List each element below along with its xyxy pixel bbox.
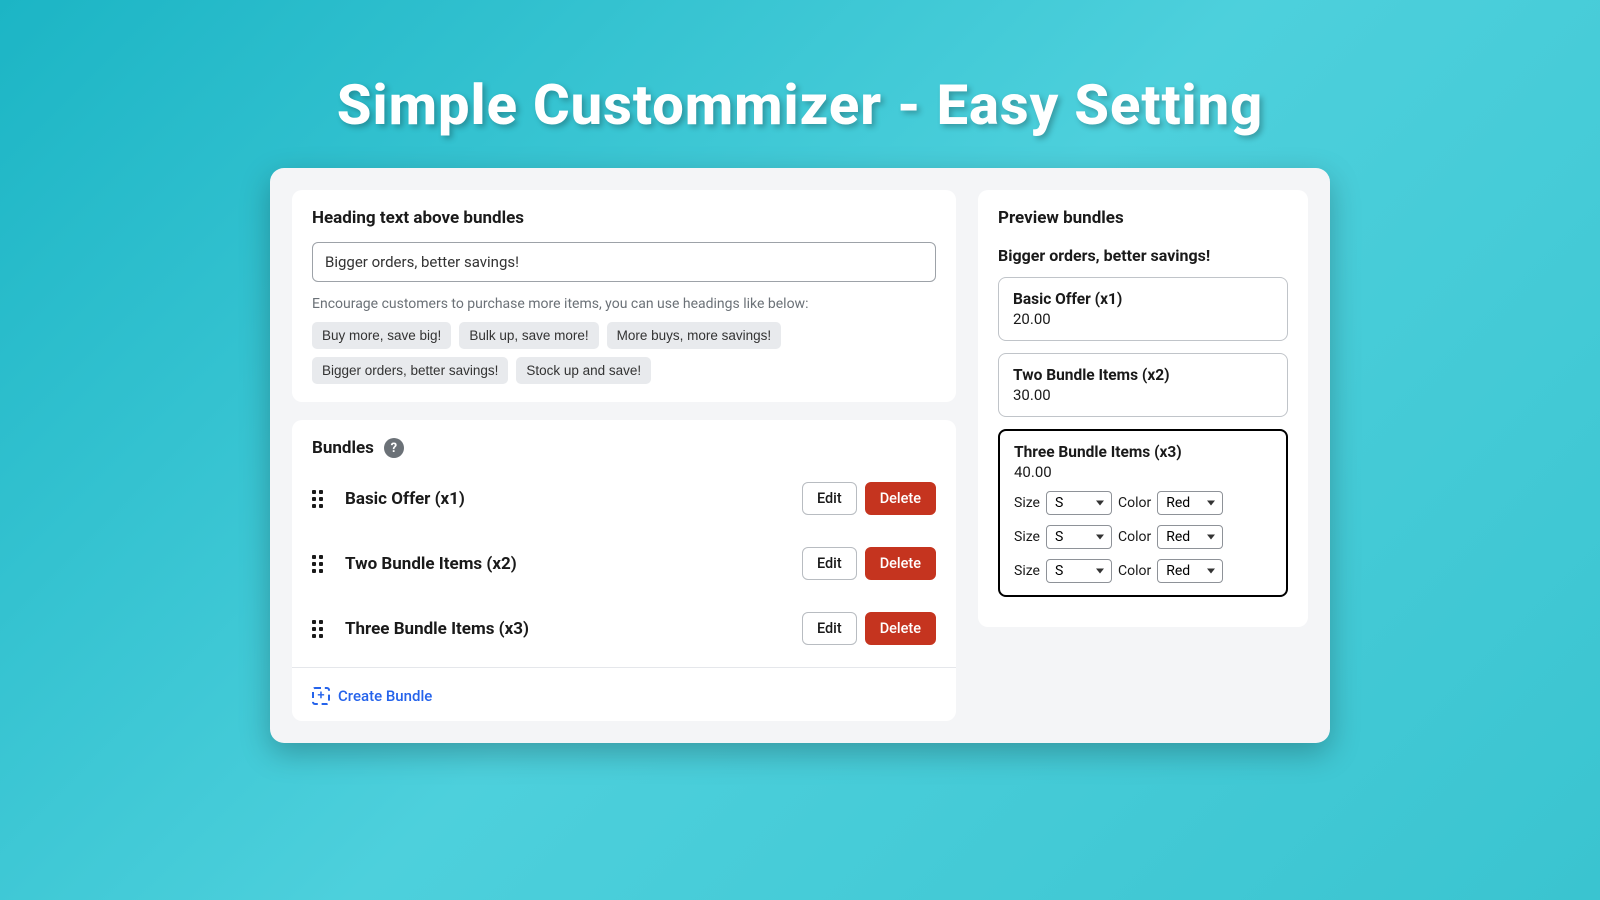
preview-box-price: 30.00 xyxy=(1013,386,1273,404)
preview-box-price: 40.00 xyxy=(1014,463,1272,481)
create-bundle-label: Create Bundle xyxy=(338,687,432,705)
suggestion-chip[interactable]: Stock up and save! xyxy=(516,357,651,384)
bundle-name: Two Bundle Items (x2) xyxy=(345,554,802,574)
preview-title: Preview bundles xyxy=(998,208,1288,228)
heading-card: Heading text above bundles Encourage cus… xyxy=(292,190,956,402)
right-column: Preview bundles Bigger orders, better sa… xyxy=(978,190,1308,721)
preview-card: Preview bundles Bigger orders, better sa… xyxy=(978,190,1308,627)
bundle-row: Basic Offer (x1) Edit Delete xyxy=(312,466,936,531)
size-select[interactable]: S xyxy=(1046,491,1112,515)
suggestion-chip[interactable]: More buys, more savings! xyxy=(607,322,782,349)
create-footer: + Create Bundle xyxy=(292,667,956,721)
suggestion-chip[interactable]: Buy more, save big! xyxy=(312,322,451,349)
preview-box-title: Two Bundle Items (x2) xyxy=(1013,366,1273,384)
variant-row: Size S Color Red xyxy=(1014,559,1272,583)
size-label: Size xyxy=(1014,495,1040,511)
preview-bundle-box[interactable]: Basic Offer (x1) 20.00 xyxy=(998,277,1288,341)
color-label: Color xyxy=(1118,563,1151,579)
size-label: Size xyxy=(1014,563,1040,579)
suggestion-chip[interactable]: Bigger orders, better savings! xyxy=(312,357,508,384)
bundles-header: Bundles ? xyxy=(312,438,936,458)
left-column: Heading text above bundles Encourage cus… xyxy=(292,190,956,721)
preview-heading-text: Bigger orders, better savings! xyxy=(998,246,1288,265)
preview-box-title: Three Bundle Items (x3) xyxy=(1014,443,1272,461)
heading-card-label: Heading text above bundles xyxy=(312,208,936,228)
bundle-row: Three Bundle Items (x3) Edit Delete xyxy=(312,596,936,661)
preview-box-price: 20.00 xyxy=(1013,310,1273,328)
color-select[interactable]: Red xyxy=(1157,525,1223,549)
bundles-label: Bundles xyxy=(312,438,374,458)
bundles-card: Bundles ? Basic Offer (x1) Edit Delete T… xyxy=(292,420,956,721)
color-label: Color xyxy=(1118,495,1151,511)
bundle-name: Basic Offer (x1) xyxy=(345,489,802,509)
variant-row: Size S Color Red xyxy=(1014,491,1272,515)
suggestion-chip-row: Buy more, save big! Bulk up, save more! … xyxy=(312,322,936,384)
drag-handle-icon[interactable] xyxy=(312,620,323,638)
create-bundle-link[interactable]: + Create Bundle xyxy=(312,687,432,705)
color-select[interactable]: Red xyxy=(1157,559,1223,583)
drag-handle-icon[interactable] xyxy=(312,490,323,508)
plus-dashed-icon: + xyxy=(312,687,330,705)
size-label: Size xyxy=(1014,529,1040,545)
hero-title: Simple Custommizer - Easy Setting xyxy=(0,0,1600,138)
customizer-panel: Heading text above bundles Encourage cus… xyxy=(270,168,1330,743)
heading-text-input[interactable] xyxy=(312,242,936,282)
preview-box-title: Basic Offer (x1) xyxy=(1013,290,1273,308)
drag-handle-icon[interactable] xyxy=(312,555,323,573)
help-icon[interactable]: ? xyxy=(384,438,404,458)
size-select[interactable]: S xyxy=(1046,525,1112,549)
bundle-row: Two Bundle Items (x2) Edit Delete xyxy=(312,531,936,596)
color-select[interactable]: Red xyxy=(1157,491,1223,515)
heading-helper-text: Encourage customers to purchase more ite… xyxy=(312,296,936,312)
delete-button[interactable]: Delete xyxy=(865,547,936,580)
delete-button[interactable]: Delete xyxy=(865,612,936,645)
edit-button[interactable]: Edit xyxy=(802,547,857,580)
size-select[interactable]: S xyxy=(1046,559,1112,583)
delete-button[interactable]: Delete xyxy=(865,482,936,515)
edit-button[interactable]: Edit xyxy=(802,482,857,515)
edit-button[interactable]: Edit xyxy=(802,612,857,645)
bundle-name: Three Bundle Items (x3) xyxy=(345,619,802,639)
preview-bundle-box[interactable]: Two Bundle Items (x2) 30.00 xyxy=(998,353,1288,417)
preview-bundle-box[interactable]: Three Bundle Items (x3) 40.00 Size S Col… xyxy=(998,429,1288,597)
variant-row: Size S Color Red xyxy=(1014,525,1272,549)
color-label: Color xyxy=(1118,529,1151,545)
suggestion-chip[interactable]: Bulk up, save more! xyxy=(459,322,598,349)
